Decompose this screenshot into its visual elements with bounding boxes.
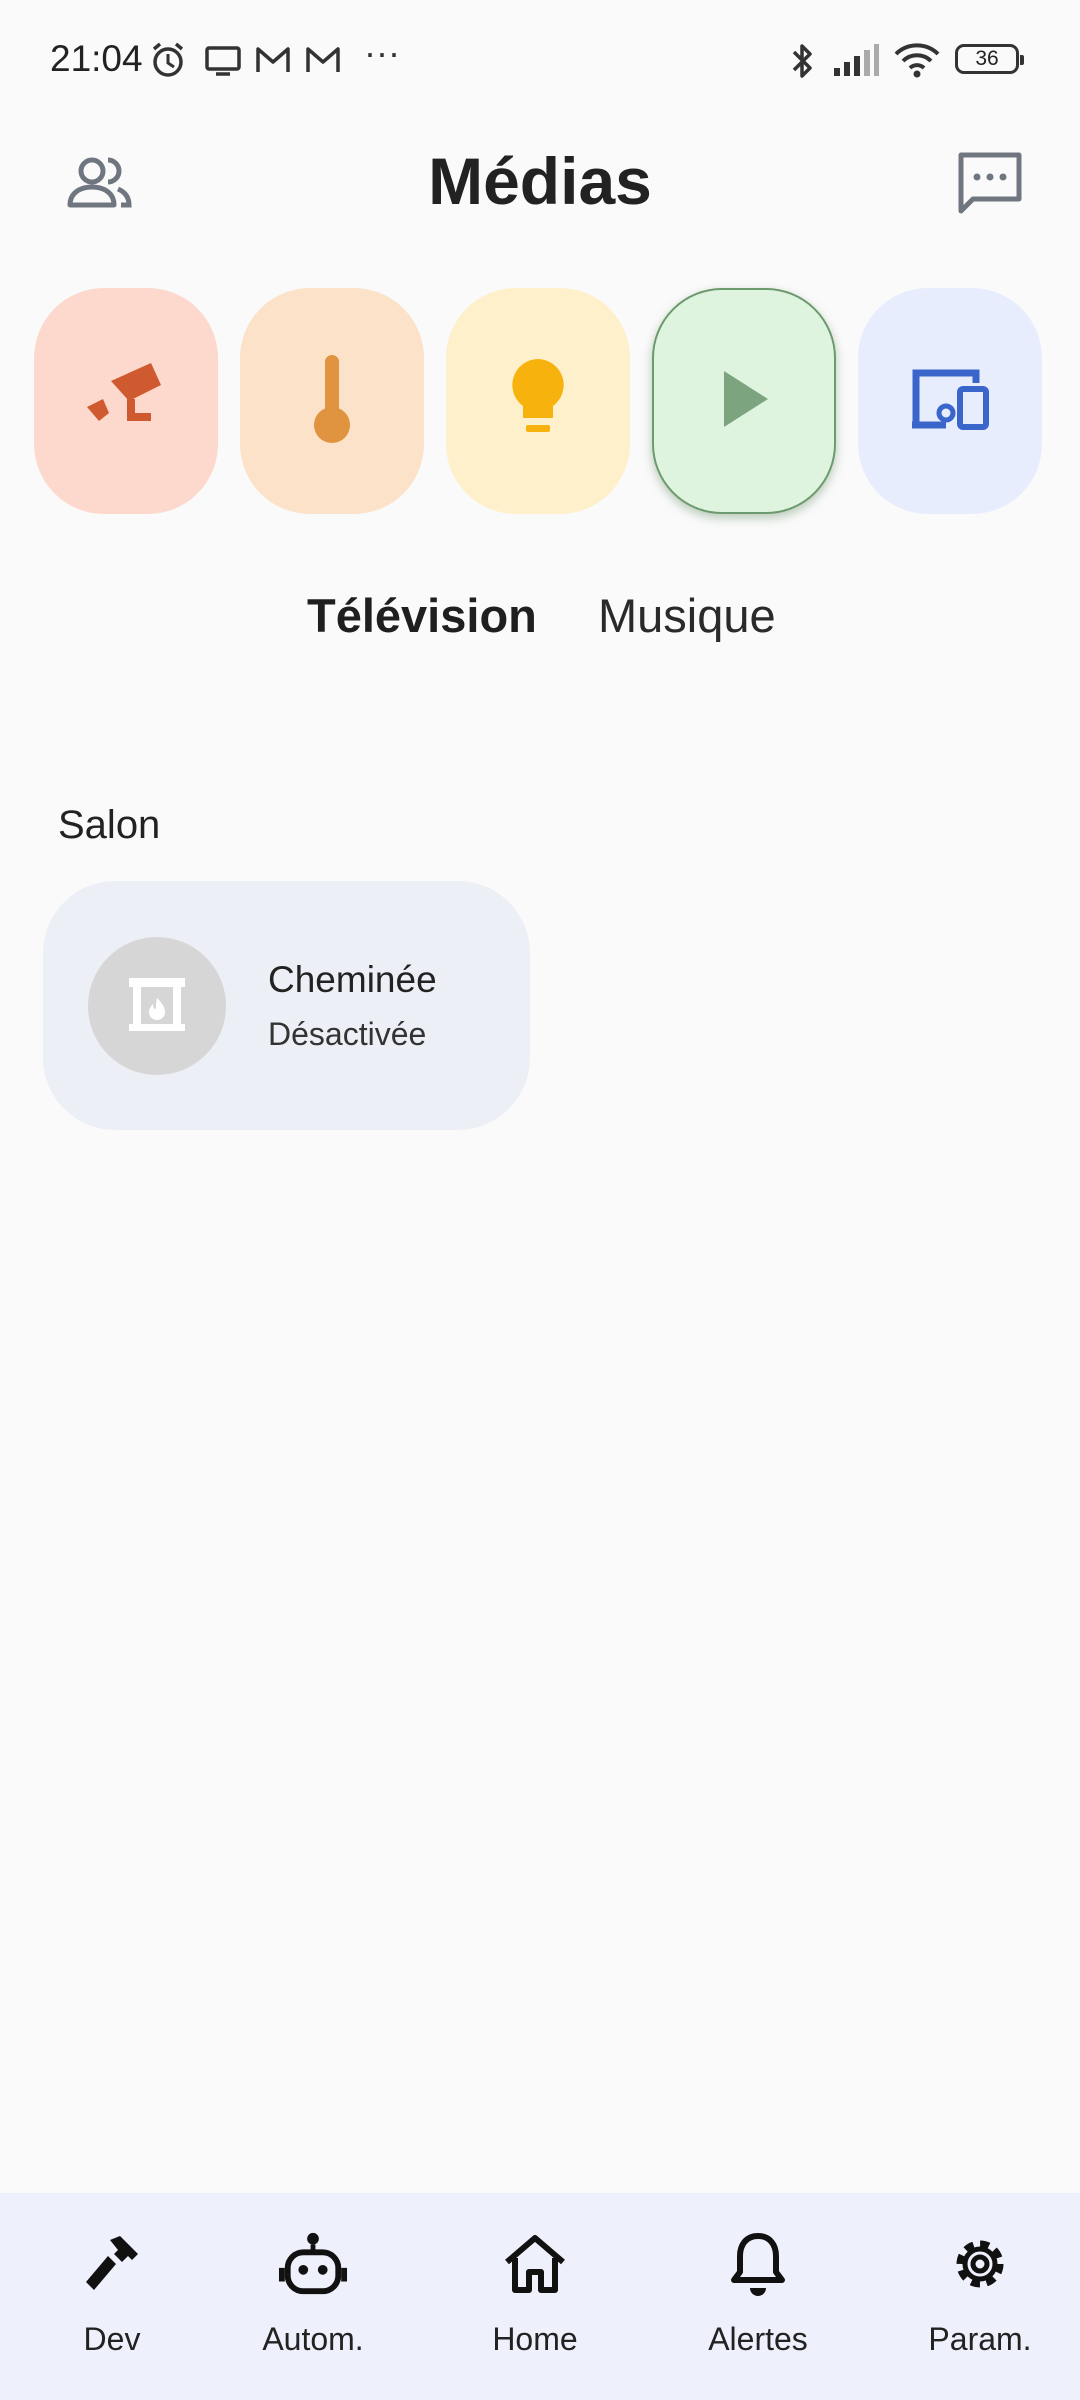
nav-label: Home: [492, 2321, 578, 2357]
play-icon: [716, 367, 772, 436]
camera-icon: [81, 359, 171, 444]
category-devices[interactable]: [858, 288, 1042, 514]
gmail-icon: [303, 40, 343, 85]
category-cameras[interactable]: [34, 288, 218, 514]
device-card-fireplace[interactable]: Cheminée Désactivée: [43, 881, 530, 1130]
category-climate[interactable]: [240, 288, 424, 514]
bottom-nav: Dev Autom. Home Alertes Param.: [0, 2193, 1080, 2400]
status-time: 21:04: [50, 38, 143, 79]
hammer-icon: [77, 2229, 147, 2299]
gear-icon: [945, 2229, 1015, 2299]
alarm-icon: [148, 40, 188, 85]
tab-music[interactable]: Musique: [598, 588, 776, 643]
page-title: Médias: [428, 144, 652, 218]
nav-label: Dev: [83, 2321, 141, 2357]
room-title: Salon: [58, 803, 161, 847]
battery-indicator: 36: [955, 44, 1024, 74]
devices-icon: [908, 365, 992, 438]
category-lights[interactable]: [446, 288, 630, 514]
device-state: Désactivée: [268, 1016, 427, 1052]
nav-automations[interactable]: Autom.: [213, 2193, 413, 2400]
wifi-icon: [893, 40, 941, 85]
device-name: Cheminée: [268, 959, 437, 1000]
robot-icon: [278, 2229, 348, 2299]
signal-icon: [832, 40, 880, 85]
nav-dev[interactable]: Dev: [12, 2193, 212, 2400]
nav-label: Alertes: [708, 2321, 808, 2357]
lightbulb-icon: [506, 355, 570, 448]
screen-icon: [203, 40, 243, 85]
nav-alerts[interactable]: Alertes: [658, 2193, 858, 2400]
home-icon: [500, 2229, 570, 2299]
status-bar: 21:04 ··· 36: [0, 0, 1080, 120]
nav-settings[interactable]: Param.: [880, 2193, 1080, 2400]
device-icon-circle: [88, 937, 226, 1075]
thermometer-icon: [307, 351, 357, 452]
nav-label: Param.: [928, 2321, 1032, 2357]
fireplace-icon: [125, 974, 189, 1039]
nav-label: Autom.: [262, 2321, 364, 2357]
bluetooth-icon: [788, 40, 818, 87]
tab-television[interactable]: Télévision: [307, 588, 537, 643]
category-media[interactable]: [652, 288, 836, 514]
bell-icon: [723, 2229, 793, 2299]
nav-home[interactable]: Home: [435, 2193, 635, 2400]
gmail-icon: [253, 40, 293, 85]
message-button[interactable]: [950, 145, 1030, 225]
more-indicator: ···: [364, 32, 400, 73]
message-icon: [955, 149, 1025, 222]
